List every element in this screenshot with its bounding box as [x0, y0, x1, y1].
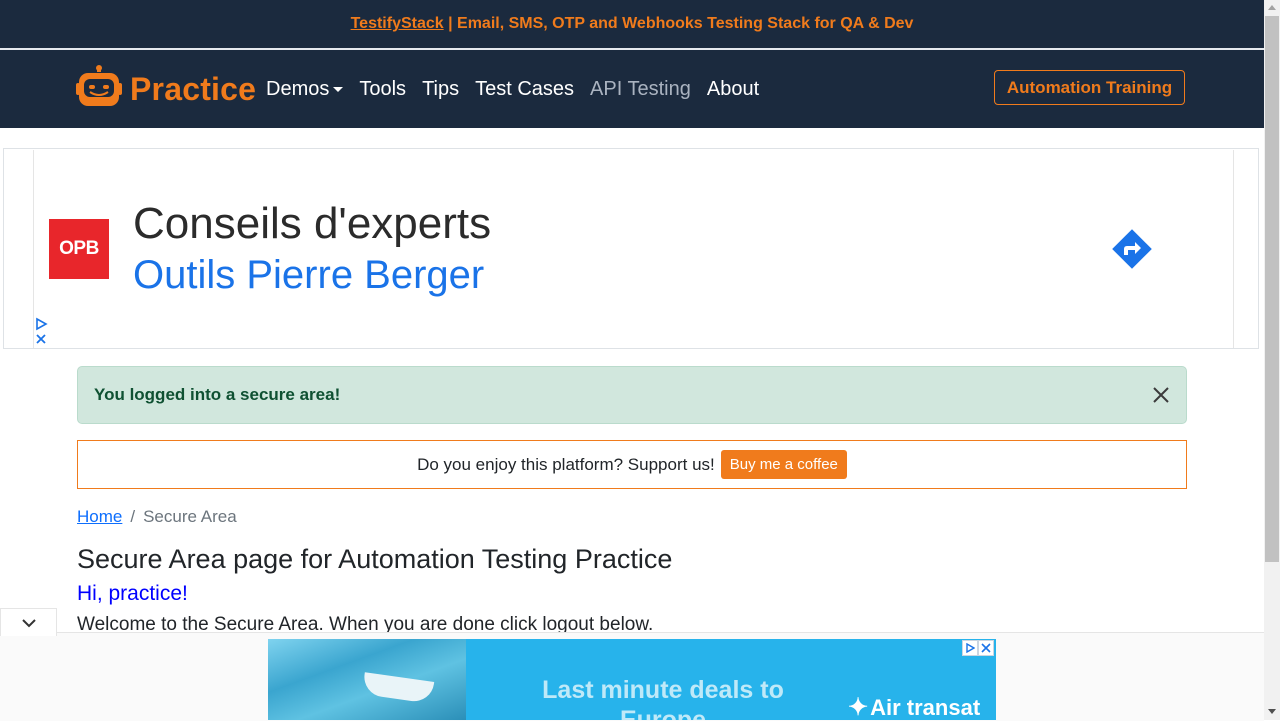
close-icon[interactable] [1152, 386, 1170, 404]
dropdown-caret-icon [333, 86, 344, 92]
scrollbar-thumb[interactable] [1265, 16, 1279, 562]
page-title: Secure Area page for Automation Testing … [77, 544, 673, 574]
nav-tools[interactable]: Tools [359, 78, 406, 101]
nav-tips[interactable]: Tips [422, 78, 459, 101]
star-icon: ✦ [848, 694, 869, 720]
ad-choices[interactable] [34, 317, 48, 352]
nav-api-testing[interactable]: API Testing [590, 78, 691, 101]
breadcrumb-home[interactable]: Home [77, 507, 122, 527]
breadcrumb: Home / Secure Area [77, 507, 237, 527]
promo-text: | Email, SMS, OTP and Webhooks Testing S… [443, 15, 914, 32]
support-box: Do you enjoy this platform? Support us! … [77, 440, 1187, 489]
automation-training-button[interactable]: Automation Training [994, 70, 1185, 105]
air-transat-brand: Air transat [870, 694, 981, 720]
buy-me-a-coffee-button[interactable]: Buy me a coffee [720, 450, 847, 479]
chevron-down-icon [21, 618, 36, 627]
breadcrumb-separator: / [130, 507, 136, 526]
opb-logo: OPB [49, 219, 109, 279]
brand-name: Practice [130, 70, 257, 107]
brand-link[interactable]: Practice [76, 64, 256, 114]
harbor-photo [268, 639, 466, 720]
ad-subtitle[interactable]: Outils Pierre Berger [133, 253, 484, 298]
nav-demos-label: Demos [266, 77, 330, 100]
robot-icon [76, 64, 122, 114]
ad-banner[interactable]: OPB Conseils d'experts Outils Pierre Ber… [3, 148, 1259, 349]
adchoices-icon [36, 317, 48, 344]
nav-about[interactable]: About [707, 78, 759, 101]
adchoices-triangle-icon[interactable] [962, 640, 978, 656]
nav-test-cases[interactable]: Test Cases [475, 78, 574, 101]
greeting-text: Hi, practice! [77, 582, 188, 605]
support-text: Do you enjoy this platform? Support us! [417, 454, 715, 474]
ad-close-icon[interactable] [978, 640, 994, 656]
bottom-ad-headline: Last minute deals to Europe [542, 676, 784, 720]
alert-message: You logged into a secure area! [94, 385, 341, 404]
ad-close-controls [962, 640, 994, 656]
ad-content [33, 150, 1234, 348]
collapse-ad-button[interactable] [0, 608, 57, 636]
air-transat-logo: ✦ Air transat [848, 693, 980, 720]
bottom-ad[interactable]: Last minute deals to Europe ✦ Air transa… [268, 639, 996, 720]
scroll-up-arrow-icon[interactable] [1268, 5, 1276, 10]
success-alert: You logged into a secure area! [77, 366, 1187, 424]
nav-links: Demos Tools Tips Test Cases API Testing … [266, 50, 775, 128]
navbar: Practice Demos Tools Tips Test Cases API… [0, 50, 1264, 128]
scroll-down-arrow-icon[interactable] [1268, 709, 1276, 714]
ad-title[interactable]: Conseils d'experts [133, 199, 491, 249]
promo-bar: TestifyStack | Email, SMS, OTP and Webho… [0, 0, 1264, 50]
breadcrumb-current: Secure Area [143, 507, 237, 526]
testifystack-link[interactable]: TestifyStack [351, 15, 444, 33]
directions-arrow-icon[interactable] [1108, 225, 1156, 278]
boat-shape [361, 672, 435, 704]
nav-demos[interactable]: Demos [266, 77, 344, 101]
